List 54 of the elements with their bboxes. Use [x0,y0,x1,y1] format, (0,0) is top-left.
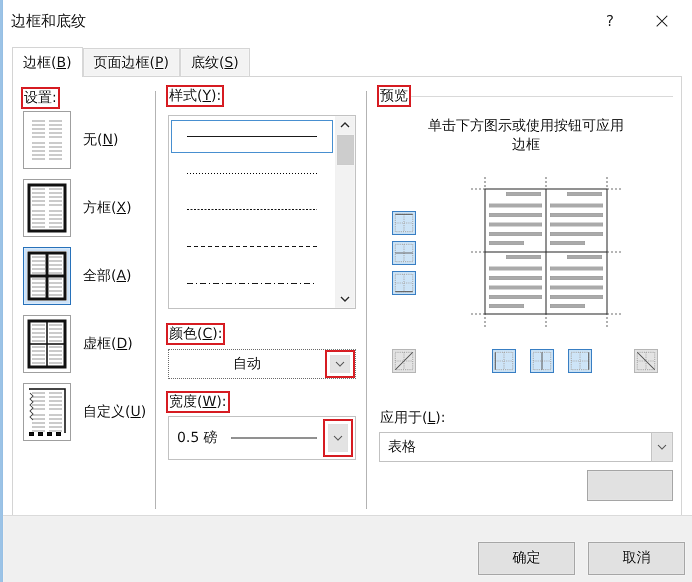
width-label: 宽度(W): [168,393,228,411]
setting-label: 无(N) [83,131,118,149]
line-sample-icon [187,245,317,248]
border-toggle-icon[interactable] [491,349,517,373]
setting-label: 方框(X) [83,199,132,217]
dropdown-button[interactable] [325,350,355,378]
scrollbar-thumb[interactable] [336,135,354,165]
chevron-down-icon [657,444,667,450]
table-preview-drawing[interactable] [471,177,621,327]
instruction-text: 单击下方图示或使用按钮可应用边框 [427,117,625,155]
dialog-button[interactable]: 取消 [588,542,685,574]
tab[interactable]: 页面边框(P) [82,48,180,76]
line-sample-icon [187,282,317,286]
tab[interactable]: 底纹(S) [180,48,250,76]
window-title: 边框和底纹 [11,12,87,30]
border-setting-icon[interactable] [23,383,71,441]
settings-label: 设置: [23,89,58,107]
scroll-up-icon[interactable] [340,121,350,128]
color-dropdown[interactable]: 自动 [168,349,356,379]
line-sample-icon [231,437,317,439]
setting-label: 全部(A) [83,267,132,285]
border-toggle-icon[interactable] [391,349,417,373]
border-toggle-icon[interactable] [391,241,417,265]
chevron-down-icon [335,361,345,367]
dialog-button[interactable]: 确定 [478,542,575,574]
border-toggle-icon[interactable] [633,349,659,373]
apply-to-value: 表格 [387,438,417,456]
setting-label: 虚框(D) [83,335,133,353]
chevron-down-icon [333,435,343,441]
apply-to-label: 应用于(L): [379,409,446,427]
line-sample-icon [187,208,317,212]
border-setting-icon[interactable] [23,179,71,237]
border-toggle-icon[interactable] [567,349,593,373]
dropdown-button[interactable] [323,419,353,457]
style-label: 样式(Y): [168,87,222,105]
line-sample-icon [187,172,317,175]
color-value: 自动 [232,355,262,373]
border-setting-icon[interactable] [23,247,71,305]
close-button[interactable]: × [640,8,684,34]
scroll-down-icon[interactable] [340,296,350,303]
apply-to-dropdown[interactable]: 表格 [379,432,673,462]
line-sample-icon [187,134,317,138]
width-value: 0.5 磅 [176,429,219,447]
help-button[interactable]: ? [588,11,632,31]
border-toggle-icon[interactable] [391,271,417,295]
border-toggle-icon[interactable] [529,349,555,373]
width-dropdown[interactable]: 0.5 磅 [168,416,356,460]
setting-label: 自定义(U) [83,403,146,421]
tab[interactable]: 边框(B) [12,47,83,77]
preview-label: 预览 [379,87,409,105]
border-toggle-icon[interactable] [391,211,417,235]
color-label: 颜色(C): [168,325,224,343]
border-setting-icon[interactable] [23,315,71,373]
line-style-option[interactable] [171,120,333,153]
